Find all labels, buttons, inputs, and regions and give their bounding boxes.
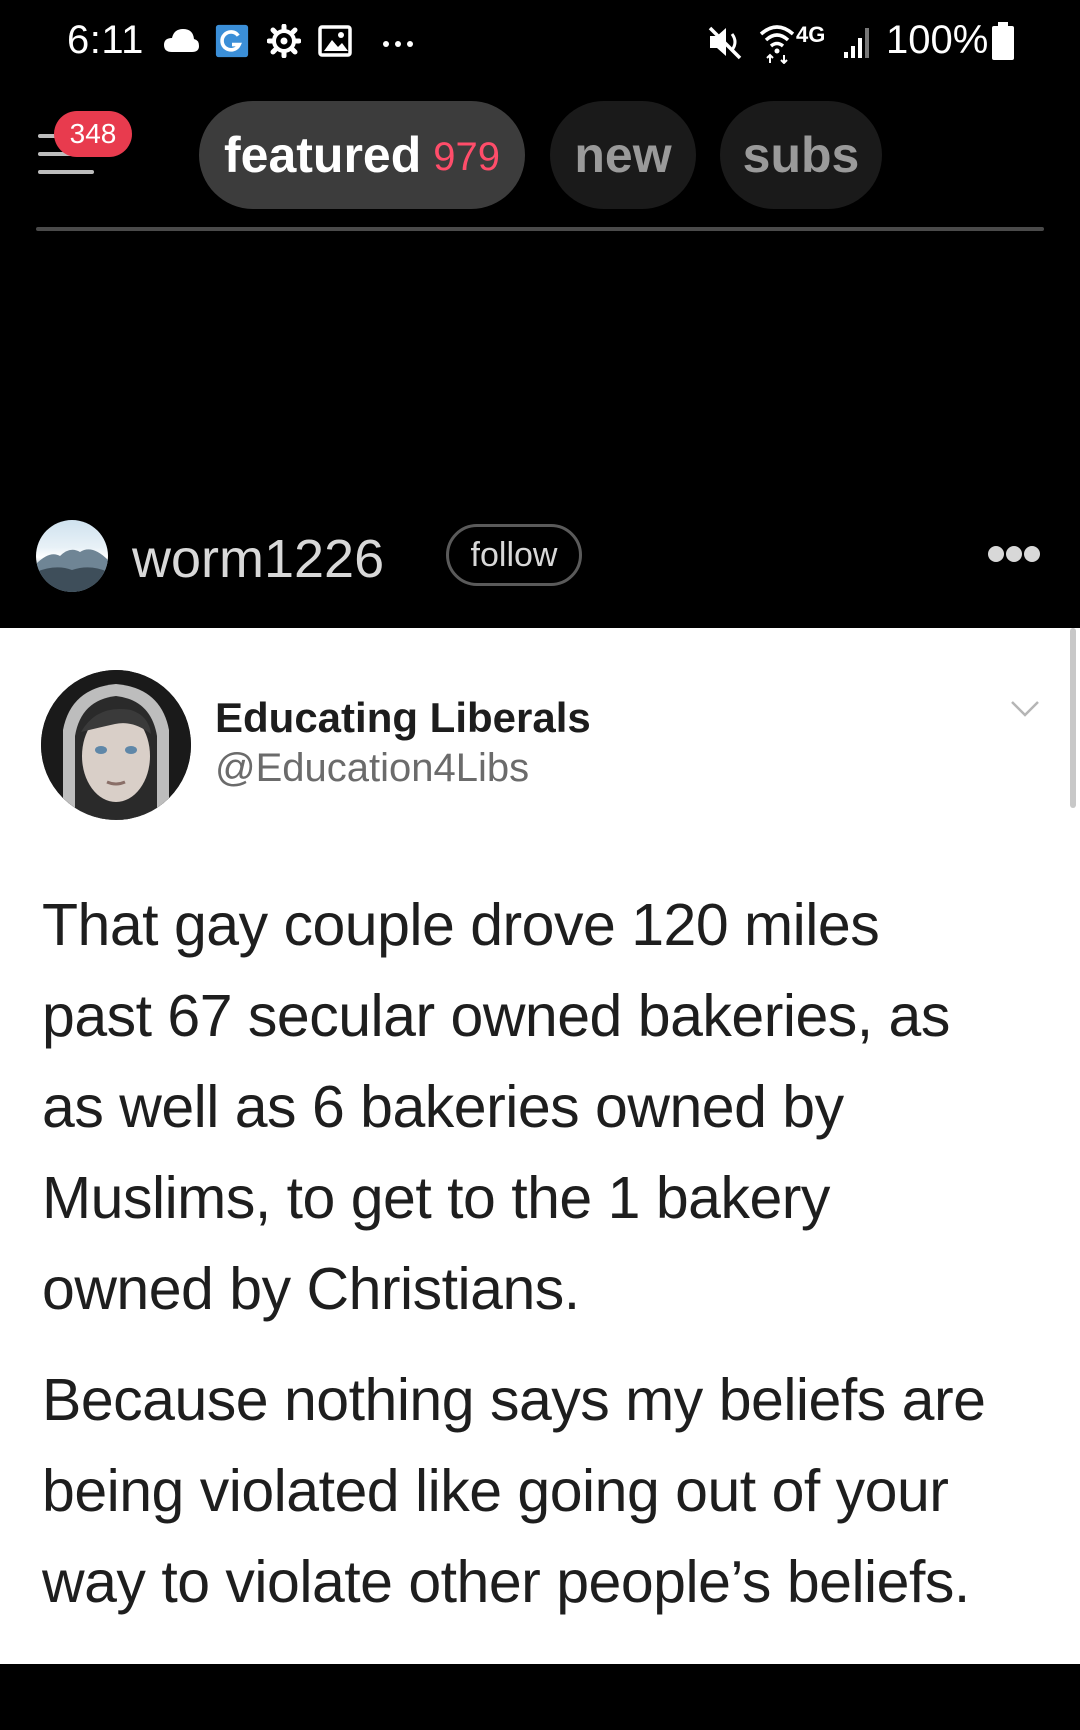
avatar-image [36, 549, 108, 592]
g-app-icon [215, 24, 249, 58]
dot [988, 546, 1004, 562]
follow-button[interactable]: follow [446, 524, 582, 586]
tab-new[interactable]: new [550, 101, 696, 209]
tweet-paragraph: That gay couple drove 120 miles past 67 … [42, 892, 950, 1322]
post-username[interactable]: worm1226 [132, 528, 384, 590]
tweet-author-name: Educating Liberals [215, 694, 591, 741]
profile-photo [41, 670, 191, 820]
chevron-down-icon [1011, 701, 1039, 717]
battery-percent: 100% [886, 18, 989, 62]
wifi-icon [759, 25, 795, 64]
tab-label: subs [742, 127, 860, 183]
menu-line [38, 170, 94, 174]
tweet-author-handle: @Education4Libs [215, 746, 530, 790]
dot [1024, 546, 1040, 562]
tab-label: featured [223, 127, 422, 183]
avatar[interactable] [36, 520, 108, 592]
more-dots-icon [383, 41, 413, 47]
gallery-icon [318, 25, 352, 57]
cloud-icon [164, 29, 199, 52]
scrollbar [1070, 628, 1076, 808]
tab-underline [36, 227, 1044, 231]
status-bar: 6:11 4G 100% [0, 0, 1080, 84]
dot [1006, 546, 1022, 562]
tweet-paragraph: Because nothing says my beliefs are bein… [42, 1367, 986, 1615]
tweet-avatar [41, 670, 191, 820]
battery-icon [992, 22, 1014, 60]
status-time: 6:11 [67, 18, 144, 62]
more-options-button[interactable] [988, 546, 1040, 566]
settings-gear-icon [267, 24, 301, 58]
tab-count: 979 [433, 134, 500, 179]
tab-subs[interactable]: subs [720, 101, 882, 209]
signal-icon [844, 28, 869, 58]
post-image[interactable]: Educating Liberals @Education4Libs That … [0, 628, 1080, 1664]
tab-featured[interactable]: featured 979 [199, 101, 525, 209]
notification-badge: 348 [54, 111, 132, 157]
mute-icon [708, 26, 742, 60]
network-type-label: 4G [796, 22, 826, 47]
tab-label: new [574, 127, 672, 183]
